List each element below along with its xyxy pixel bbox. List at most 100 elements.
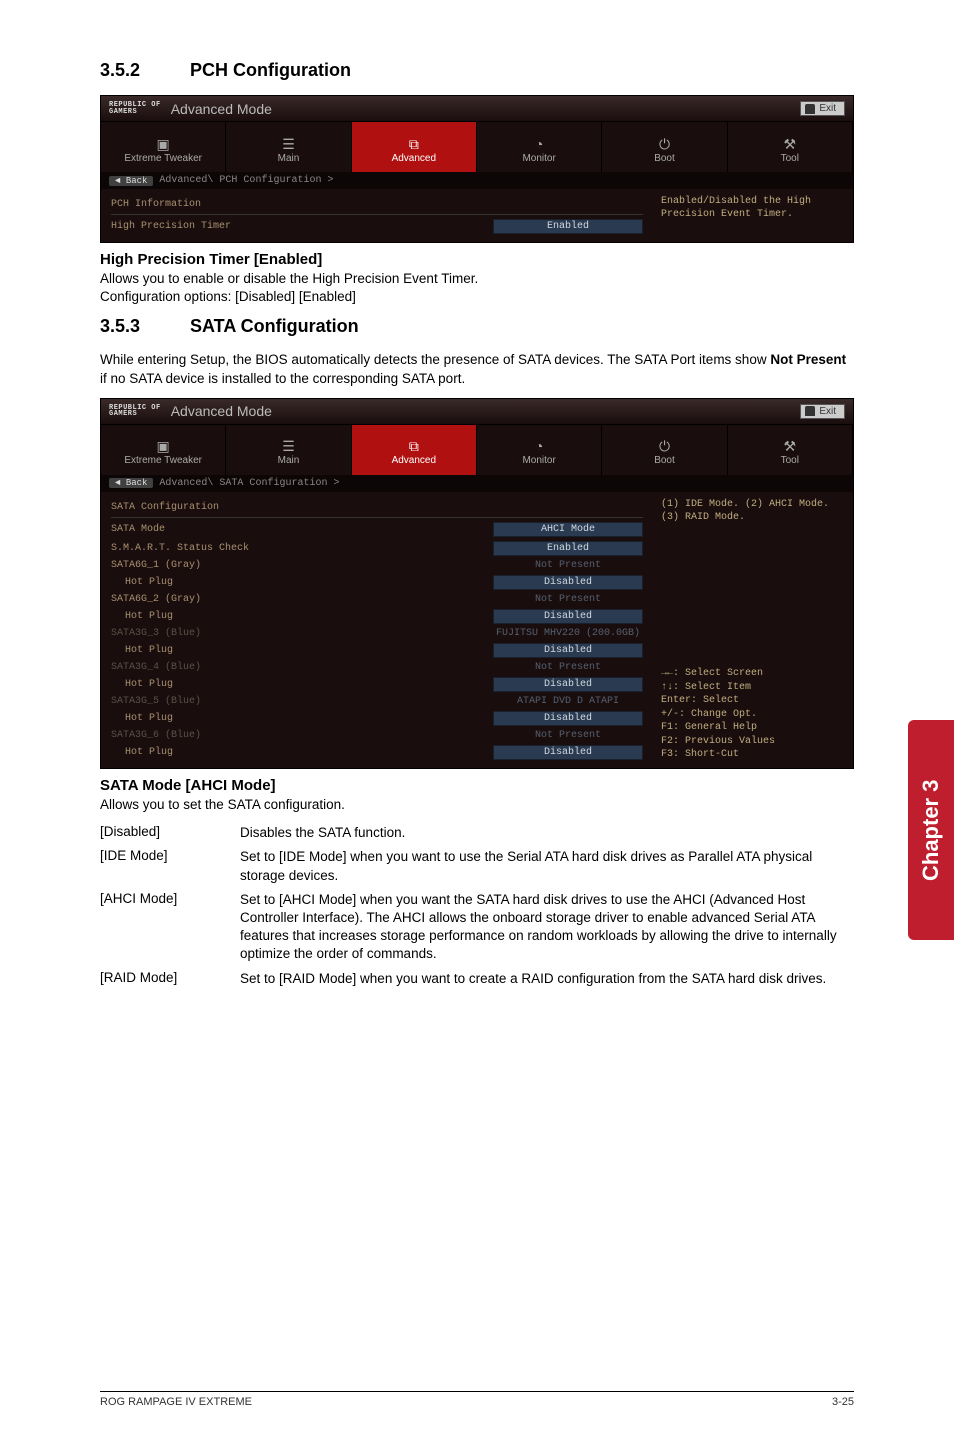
sata-intro-bold: Not Present — [770, 352, 846, 367]
row-value[interactable]: Disabled — [493, 745, 643, 760]
row-value[interactable]: Enabled — [493, 219, 643, 234]
bios-row[interactable]: Hot PlugDisabled — [111, 675, 643, 694]
bios-row[interactable]: Hot PlugDisabled — [111, 743, 643, 762]
option-value: Set to [IDE Mode] when you want to use t… — [240, 848, 854, 884]
sata-intro: While entering Setup, the BIOS automatic… — [100, 351, 854, 387]
heading-353: 3.5.3SATA Configuration — [100, 316, 854, 337]
satamode-intro: Allows you to set the SATA configuration… — [100, 796, 854, 814]
tab-tool[interactable]: ⚒ Tool — [728, 425, 853, 475]
help-line: F1: General Help — [661, 721, 845, 735]
row-label: Hot Plug — [111, 577, 493, 588]
row-label: SATA3G_4 (Blue) — [111, 662, 493, 673]
row-value[interactable]: Disabled — [493, 677, 643, 692]
bios-row[interactable]: SATA ModeAHCI Mode — [111, 520, 643, 539]
tab-tool[interactable]: ⚒Tool — [728, 122, 853, 172]
bios-row: SATA6G_2 (Gray)Not Present — [111, 592, 643, 607]
bios-row[interactable]: S.M.A.R.T. Status CheckEnabled — [111, 539, 643, 558]
option-key: [Disabled] — [100, 824, 240, 842]
bios-body: SATA Configuration SATA ModeAHCI ModeS.M… — [101, 492, 853, 768]
option-row: [RAID Mode]Set to [RAID Mode] when you w… — [100, 970, 854, 988]
row-label: Hot Plug — [111, 747, 493, 758]
help-line: →←: Select Screen — [661, 667, 845, 681]
mode-label: Advanced Mode — [171, 403, 272, 419]
exit-button[interactable]: Exit — [800, 101, 845, 116]
tab-label: Boot — [654, 455, 675, 466]
tab-monitor[interactable]: ◔Monitor — [477, 425, 602, 475]
breadcrumb-path: Advanced\ PCH Configuration > — [159, 175, 333, 186]
bios-row: SATA3G_3 (Blue)FUJITSU MHV220 (200.0GB) — [111, 626, 643, 641]
sata-intro-suffix: if no SATA device is installed to the co… — [100, 371, 465, 386]
row-label: SATA3G_6 (Blue) — [111, 730, 493, 741]
list-icon: ☰ — [282, 439, 295, 453]
row-value: Not Present — [493, 594, 643, 605]
help-keys: →←: Select Screen↑↓: Select ItemEnter: S… — [661, 667, 845, 762]
row-value: FUJITSU MHV220 (200.0GB) — [493, 628, 643, 639]
tab-boot[interactable]: ⏻Boot — [602, 122, 727, 172]
row-value[interactable]: Enabled — [493, 541, 643, 556]
tab-label: Tool — [781, 153, 799, 164]
bios-row[interactable]: Hot PlugDisabled — [111, 709, 643, 728]
row-label: Hot Plug — [111, 713, 493, 724]
help-line: Enter: Select — [661, 694, 845, 708]
bios-left-pane: SATA Configuration SATA ModeAHCI ModeS.M… — [101, 492, 653, 768]
tab-label: Tool — [781, 455, 799, 466]
advanced-icon: ⧉ — [409, 137, 419, 151]
tab-label: Boot — [654, 153, 675, 164]
back-button[interactable]: ◄ Back — [109, 478, 153, 488]
divider — [111, 517, 643, 518]
tab-extreme-tweaker[interactable]: ▣Extreme Tweaker — [101, 122, 226, 172]
tab-advanced[interactable]: ⧉ Advanced — [352, 122, 477, 172]
option-value: Set to [AHCI Mode] when you want the SAT… — [240, 891, 854, 964]
bios-row[interactable]: Hot PlugDisabled — [111, 573, 643, 592]
tab-advanced[interactable]: ⧉Advanced — [352, 425, 477, 475]
hpt-line2: Configuration options: [Disabled] [Enabl… — [100, 289, 356, 304]
option-key: [IDE Mode] — [100, 848, 240, 884]
help-line: +/-: Change Opt. — [661, 708, 845, 722]
power-icon: ⏻ — [659, 439, 670, 453]
row-value: ATAPI DVD D ATAPI — [493, 696, 643, 707]
row-label: SATA6G_1 (Gray) — [111, 560, 493, 571]
row-value[interactable]: Disabled — [493, 575, 643, 590]
tab-monitor[interactable]: ◔Monitor — [477, 122, 602, 172]
breadcrumb: ◄ Back Advanced\ PCH Configuration > — [101, 172, 853, 189]
footer-right: 3-25 — [832, 1396, 854, 1408]
sata-config-label: SATA Configuration — [111, 498, 643, 515]
chapter-side-tab: Chapter 3 — [908, 720, 954, 940]
tab-label: Main — [278, 153, 300, 164]
satamode-heading: SATA Mode [AHCI Mode] — [100, 777, 854, 794]
back-button[interactable]: ◄ Back — [109, 176, 153, 186]
row-value[interactable]: AHCI Mode — [493, 522, 643, 537]
row-high-precision-timer[interactable]: High Precision Timer Enabled — [111, 217, 643, 236]
row-value[interactable]: Disabled — [493, 609, 643, 624]
tab-main[interactable]: ☰Main — [226, 122, 351, 172]
hpt-body: Allows you to enable or disable the High… — [100, 270, 854, 306]
bios-header: REPUBLIC OF GAMERS Advanced Mode Exit — [101, 96, 853, 122]
row-value: Not Present — [493, 662, 643, 673]
tab-label: Extreme Tweaker — [124, 455, 202, 466]
bios-panel-pch: REPUBLIC OF GAMERS Advanced Mode Exit ▣E… — [100, 95, 854, 243]
bios-row[interactable]: Hot PlugDisabled — [111, 641, 643, 660]
monitor-icon: ◔ — [535, 439, 543, 453]
breadcrumb: ◄ Back Advanced\ SATA Configuration > — [101, 475, 853, 492]
heading-352-title: PCH Configuration — [190, 60, 351, 80]
tab-label: Monitor — [522, 153, 555, 164]
tool-icon: ⚒ — [784, 439, 797, 453]
row-value[interactable]: Disabled — [493, 711, 643, 726]
tab-extreme-tweaker[interactable]: ▣Extreme Tweaker — [101, 425, 226, 475]
back-label: Back — [126, 478, 148, 488]
row-value[interactable]: Disabled — [493, 643, 643, 658]
row-label: High Precision Timer — [111, 221, 493, 232]
pch-info-label: PCH Information — [111, 195, 643, 212]
help-line: ↑↓: Select Item — [661, 681, 845, 695]
tab-main[interactable]: ☰Main — [226, 425, 351, 475]
rog-logo: REPUBLIC OF GAMERS — [109, 102, 161, 115]
bios-row[interactable]: Hot PlugDisabled — [111, 607, 643, 626]
exit-button[interactable]: Exit — [800, 404, 845, 419]
exit-icon — [805, 406, 815, 416]
row-value: Not Present — [493, 560, 643, 571]
hpt-line1: Allows you to enable or disable the High… — [100, 271, 478, 286]
tab-label: Advanced — [392, 153, 436, 164]
option-value: Disables the SATA function. — [240, 824, 854, 842]
tab-boot[interactable]: ⏻ Boot — [602, 425, 727, 475]
sata-intro-prefix: While entering Setup, the BIOS automatic… — [100, 352, 770, 367]
